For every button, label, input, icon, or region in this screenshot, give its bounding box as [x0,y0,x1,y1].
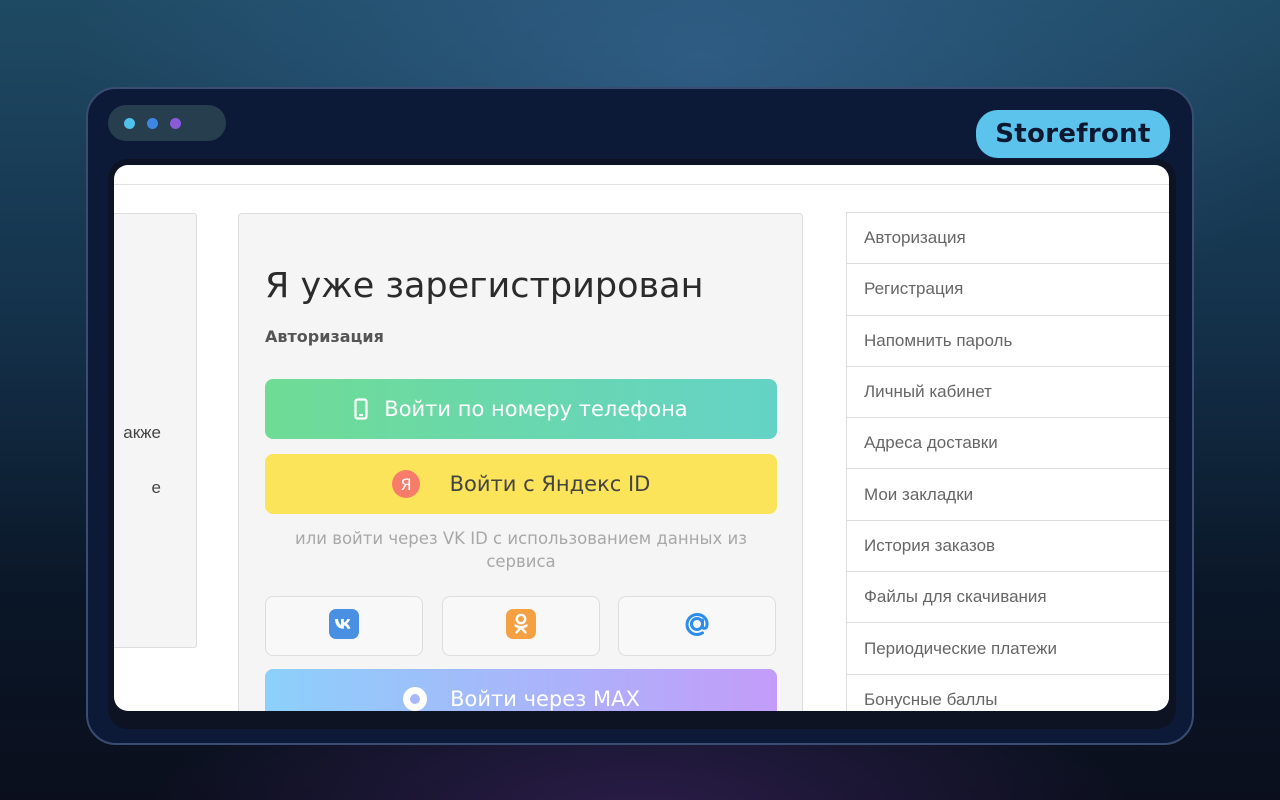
phone-login-label: Войти по номеру телефона [384,397,688,421]
max-logo-icon [402,686,428,711]
menu-item-downloads[interactable]: Файлы для скачивания [846,572,1169,624]
yandex-logo-icon: Я [391,470,420,498]
storefront-badge: Storefront [976,110,1170,158]
window-dot-maximize[interactable] [170,117,181,129]
yandex-id-login-label: Войти с Яндекс ID [449,472,651,496]
mail-at-icon [680,607,714,645]
window-dot-minimize[interactable] [147,117,158,129]
window-dot-close[interactable] [124,117,135,129]
header-divider [114,184,1169,185]
browser-frame: Storefront акже е Я уже зарегистрирован … [86,87,1194,745]
menu-item-recurring[interactable]: Периодические платежи [846,623,1169,675]
menu-item-register[interactable]: Регистрация [846,264,1169,316]
section-subtitle: Авторизация [265,327,384,346]
menu-item-reward-points[interactable]: Бонусные баллы [846,674,1169,711]
yandex-logo-letter: Я [400,475,411,494]
menu-item-orders[interactable]: История заказов [846,520,1169,573]
yandex-id-login-button[interactable]: Я Войти с Яндекс ID [265,454,777,514]
vk-icon [329,609,359,643]
login-card: Я уже зарегистрирован Авторизация Войти … [238,213,803,711]
menu-item-login[interactable]: Авторизация [846,213,1169,265]
left-panel-text-1: акже [123,423,161,442]
screen: акже е Я уже зарегистрирован Авторизация… [108,159,1176,729]
left-sidebar-panel: акже е [114,213,197,648]
mail-login-button[interactable] [618,596,776,656]
menu-item-addresses[interactable]: Адреса доставки [846,418,1169,470]
left-panel-text-2: е [151,478,161,497]
vk-login-button[interactable] [265,596,423,656]
smartphone-icon [354,398,368,420]
page-title: Я уже зарегистрирован [265,266,704,306]
page-viewport: акже е Я уже зарегистрирован Авторизация… [114,165,1169,711]
menu-item-account[interactable]: Личный кабинет [846,366,1169,419]
menu-item-wishlist[interactable]: Мои закладки [846,469,1169,521]
account-menu: Авторизация Регистрация Напомнить пароль… [846,212,1169,711]
odnoklassniki-icon [506,609,536,643]
max-login-label: Войти через MAX [450,687,640,711]
phone-login-button[interactable]: Войти по номеру телефона [265,379,777,439]
menu-item-forgot-password[interactable]: Напомнить пароль [846,315,1169,367]
vk-id-note: или войти через VK ID с использованием д… [294,529,748,571]
window-controls [108,105,226,141]
max-login-button[interactable]: Войти через MAX [265,669,777,711]
ok-login-button[interactable] [442,596,600,656]
